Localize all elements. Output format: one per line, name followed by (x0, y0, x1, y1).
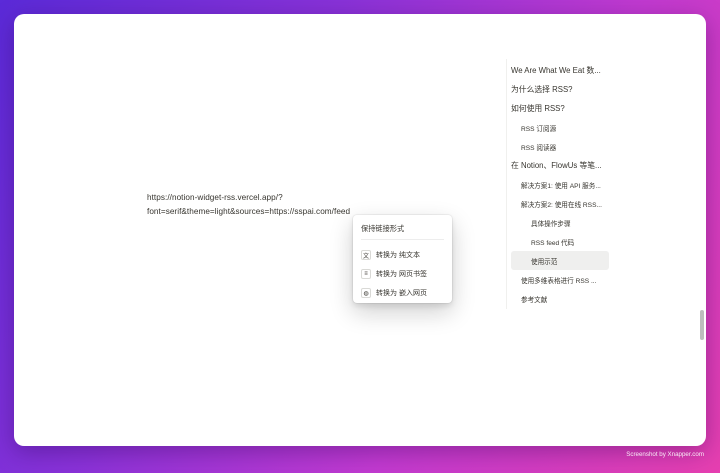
toc-item[interactable]: RSS feed 代码 (511, 232, 609, 251)
toc-item[interactable]: 使用多维表格进行 RSS ... (511, 270, 609, 289)
link-context-menu: 保持链接形式 文 转换为 纯文本 ≡ 转换为 网页书签 ◍ 转换为 嵌入网页 (353, 215, 452, 303)
convert-to-bookmark-item[interactable]: ≡ 转换为 网页书签 (357, 265, 448, 283)
toc-item[interactable]: 解决方案1: 使用 API 服务... (511, 175, 609, 194)
toc-item[interactable]: 解决方案2: 使用在线 RSS... (511, 194, 609, 213)
toc-divider (506, 59, 507, 309)
toc-item-active[interactable]: 使用示范 (511, 251, 609, 270)
link-text[interactable]: https://notion-widget-rss.vercel.app/? f… (147, 191, 367, 219)
vertical-scrollbar[interactable] (700, 310, 704, 340)
link-line-1[interactable]: https://notion-widget-rss.vercel.app/? (147, 191, 367, 205)
toc-item[interactable]: We Are What We Eat 数... (511, 61, 609, 80)
toc-item[interactable]: 在 Notion、FlowUs 等笔... (511, 156, 609, 175)
link-line-2[interactable]: font=serif&theme=light&sources=https://s… (147, 205, 367, 219)
keep-link-option[interactable]: 保持链接形式 (361, 224, 404, 234)
menu-item-label: 转换为 嵌入网页 (376, 290, 427, 297)
toc-item[interactable]: 为什么选择 RSS? (511, 80, 609, 99)
toc-item[interactable]: RSS 订阅源 (511, 118, 609, 137)
bookmark-icon: ≡ (361, 269, 371, 279)
toc-item[interactable]: 参考文献 (511, 289, 609, 308)
convert-to-embed-item[interactable]: ◍ 转换为 嵌入网页 (357, 284, 448, 302)
menu-item-label: 转换为 网页书签 (376, 271, 427, 278)
menu-divider (361, 239, 444, 240)
text-icon: 文 (361, 250, 371, 260)
menu-item-label: 转换为 纯文本 (376, 252, 420, 259)
toc-item[interactable]: 具体操作步骤 (511, 213, 609, 232)
watermark-text: Screenshot by Xnapper.com (626, 451, 704, 458)
embed-icon: ◍ (361, 288, 371, 298)
convert-to-text-item[interactable]: 文 转换为 纯文本 (357, 246, 448, 264)
toc-item[interactable]: 如何使用 RSS? (511, 99, 609, 118)
app-window: https://notion-widget-rss.vercel.app/? f… (14, 14, 706, 446)
toc-item[interactable]: RSS 阅读器 (511, 137, 609, 156)
